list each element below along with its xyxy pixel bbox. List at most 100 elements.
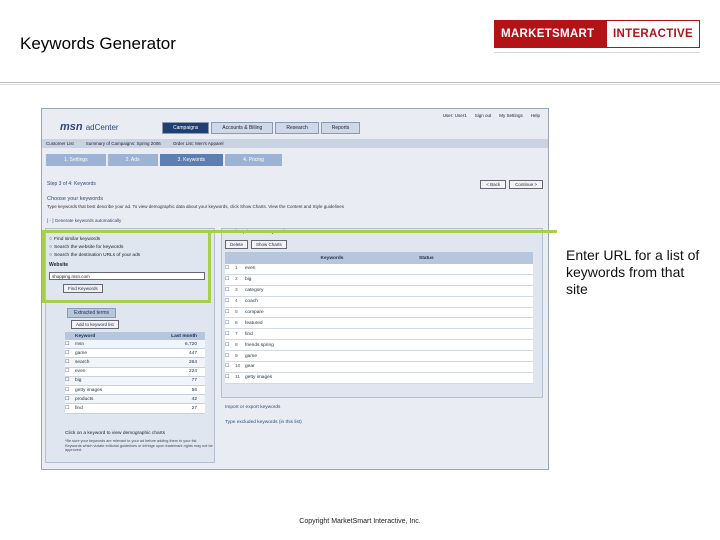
row-keyword[interactable]: even <box>75 369 147 374</box>
row-checkbox[interactable]: ☐ <box>65 360 75 365</box>
company-logo: MARKETSMART INTERACTIVE <box>494 20 700 48</box>
table-row[interactable]: ☐ msn 6,720 <box>65 340 205 350</box>
row-keyword[interactable]: getty images <box>75 388 147 393</box>
table-row[interactable]: ☐ 5 compare <box>225 308 533 319</box>
delete-button[interactable]: Delete <box>225 240 249 249</box>
slide-title: Keywords Generator <box>20 34 176 53</box>
demographic-hint: Click on a keyword to view demographic c… <box>65 431 165 436</box>
import-export-link[interactable]: Import or export keywords <box>225 405 280 410</box>
row-keyword[interactable]: category <box>245 288 419 293</box>
row-checkbox[interactable]: ☐ <box>225 321 235 326</box>
table-row[interactable]: ☐ big 77 <box>65 376 205 386</box>
keyword-list-header: Keywords Status <box>225 252 533 264</box>
table-row[interactable]: ☐ 4 coach <box>225 297 533 308</box>
row-last-month: 447 <box>188 350 197 356</box>
back-button[interactable]: < Back <box>480 180 507 189</box>
logo-right: INTERACTIVE <box>607 21 699 47</box>
row-checkbox[interactable]: ☐ <box>225 277 235 282</box>
row-keyword[interactable]: products <box>75 397 147 402</box>
extracted-terms-table: Keyword Last month ☐ msn 6,720 ☐ game 447 ☐ sea… <box>65 332 205 414</box>
table-row[interactable]: ☐ products 42 <box>65 395 205 405</box>
table-row[interactable]: ☐ 6 featured <box>225 318 533 330</box>
wizard-nav-buttons: < Back Continue > <box>480 180 543 189</box>
row-checkbox[interactable]: ☐ <box>225 354 235 359</box>
row-keyword[interactable]: game <box>245 354 419 359</box>
row-checkbox[interactable]: ☐ <box>65 369 75 374</box>
extracted-table-header: Keyword Last month <box>65 332 205 340</box>
row-checkbox[interactable]: ☐ <box>65 397 75 402</box>
row-keyword[interactable]: big <box>75 378 147 383</box>
row-keyword[interactable]: getty images <box>245 375 419 380</box>
col-keyword[interactable]: Keyword <box>75 334 147 339</box>
row-checkbox[interactable]: ☐ <box>225 310 235 315</box>
col-last-month[interactable]: Last month <box>147 334 201 339</box>
step-heading: Step 3 of 4: Keywords <box>47 181 96 187</box>
row-checkbox[interactable]: ☐ <box>225 375 235 380</box>
extracted-terms-header: Extracted terms <box>67 308 117 318</box>
row-number: 4 <box>235 299 238 305</box>
table-row[interactable]: ☐ getty images 56 <box>65 385 205 396</box>
row-number: 8 <box>235 342 238 348</box>
excluded-keywords-link[interactable]: Type excluded keywords (in this list) <box>225 420 302 425</box>
row-checkbox[interactable]: ☐ <box>65 378 75 383</box>
table-row[interactable]: ☐ 2 big <box>225 275 533 286</box>
callout-text: Enter URL for a list of keywords from th… <box>566 247 700 297</box>
col-keywords[interactable]: Keywords <box>245 256 419 261</box>
title-divider-shadow <box>0 84 720 85</box>
row-number: 5 <box>235 310 238 315</box>
row-keyword[interactable]: friends spring <box>245 343 419 348</box>
row-checkbox[interactable]: ☐ <box>225 288 235 293</box>
logo-left: MARKETSMART <box>495 21 608 47</box>
row-last-month: 264 <box>188 359 197 365</box>
table-row[interactable]: ☐ 7 find <box>225 329 533 341</box>
row-keyword[interactable]: search <box>75 360 147 365</box>
row-keyword[interactable]: msn <box>75 342 147 347</box>
row-keyword[interactable]: big <box>245 277 419 282</box>
table-row[interactable]: ☐ 9 game <box>225 351 533 363</box>
row-keyword[interactable]: even <box>245 266 419 271</box>
guideline-fineprint: *Be sure your keywords are relevant to y… <box>65 439 213 452</box>
row-last-month: 27 <box>191 405 197 411</box>
continue-button[interactable]: Continue > <box>509 180 543 189</box>
choose-subtext: Type keywords that best describe your ad… <box>47 204 344 209</box>
choose-heading: Choose your keywords <box>47 196 103 202</box>
callout-connector <box>211 230 557 233</box>
copyright-footer: Copyright MarketSmart Interactive, Inc. <box>299 518 421 525</box>
table-row[interactable]: ☐ 1 even <box>225 264 533 275</box>
row-checkbox[interactable]: ☐ <box>65 351 75 356</box>
table-row[interactable]: ☐ 8 friends spring <box>225 340 533 352</box>
row-number: 2 <box>235 277 238 283</box>
row-checkbox[interactable]: ☐ <box>65 342 75 347</box>
generate-keywords-link[interactable]: [ - ] Generate keywords automatically <box>47 218 121 223</box>
row-keyword[interactable]: featured <box>245 321 419 326</box>
row-number: 7 <box>235 331 238 337</box>
row-number: 6 <box>235 320 238 326</box>
row-last-month: 56 <box>191 387 197 393</box>
row-checkbox[interactable]: ☐ <box>225 332 235 337</box>
row-keyword[interactable]: game <box>75 351 147 356</box>
col-status[interactable]: Status <box>419 256 533 261</box>
row-checkbox[interactable]: ☐ <box>65 406 75 411</box>
row-keyword[interactable]: gear <box>245 364 419 369</box>
table-row[interactable]: ☐ search 264 <box>65 358 205 368</box>
table-row[interactable]: ☐ even 224 <box>65 367 205 377</box>
row-keyword[interactable]: coach <box>245 299 419 304</box>
url-highlight-box <box>42 230 211 303</box>
show-charts-button[interactable]: Show Charts <box>251 240 287 249</box>
add-to-keyword-list-button[interactable]: Add to keyword list <box>71 320 119 329</box>
row-keyword[interactable]: find <box>245 332 419 337</box>
row-keyword[interactable]: compare <box>245 310 419 315</box>
title-divider <box>0 82 720 83</box>
row-checkbox[interactable]: ☐ <box>225 364 235 369</box>
row-checkbox[interactable]: ☐ <box>65 388 75 393</box>
row-checkbox[interactable]: ☐ <box>225 343 235 348</box>
table-row[interactable]: ☐ find 27 <box>65 404 205 414</box>
row-checkbox[interactable]: ☐ <box>225 299 235 304</box>
row-keyword[interactable]: find <box>75 406 147 411</box>
table-row[interactable]: ☐ 3 category <box>225 286 533 297</box>
row-checkbox[interactable]: ☐ <box>225 266 235 271</box>
table-row[interactable]: ☐ 10 gear <box>225 362 533 373</box>
table-row[interactable]: ☐ 11 getty images <box>225 373 533 384</box>
table-row[interactable]: ☐ game 447 <box>65 349 205 359</box>
keyword-list-table: Keywords Status ☐ 1 even ☐ 2 big ☐ 3 category ☐ 4 c… <box>225 252 533 384</box>
